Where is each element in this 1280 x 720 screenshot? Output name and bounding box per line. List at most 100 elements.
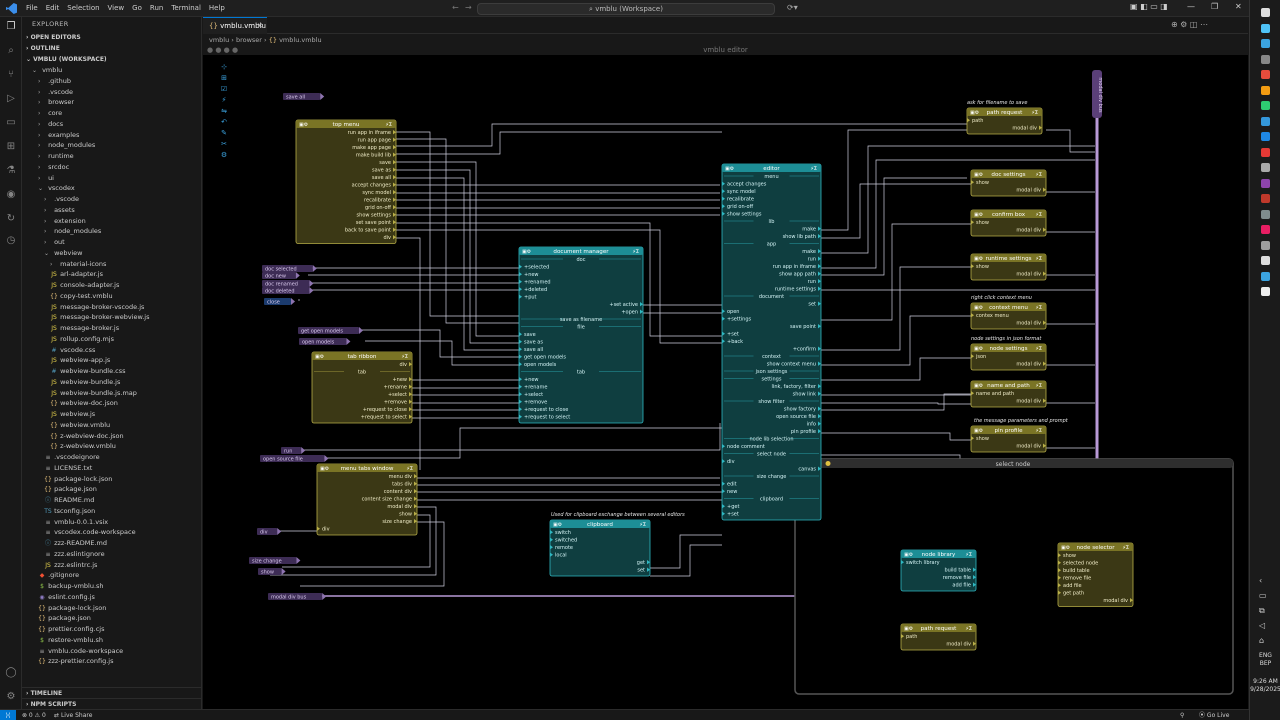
tree-item[interactable]: ≡ zzz.eslintignore xyxy=(22,549,201,560)
tree-item[interactable]: › extension xyxy=(22,216,201,227)
menu-go[interactable]: Go xyxy=(128,0,146,17)
tree-item[interactable]: › ui xyxy=(22,173,201,184)
bus-arrow-icon[interactable] xyxy=(324,455,329,462)
menu-terminal[interactable]: Terminal xyxy=(167,0,205,17)
extensions-icon[interactable]: ⊞ xyxy=(5,141,17,153)
tree-item[interactable]: › srcdoc xyxy=(22,162,201,173)
taskbar-app-icon[interactable] xyxy=(1261,39,1270,48)
taskbar-app-icon[interactable] xyxy=(1261,194,1270,203)
connection-wire[interactable] xyxy=(821,129,967,231)
manage-gear-icon[interactable]: ⚙ xyxy=(5,691,17,703)
connection-wire[interactable] xyxy=(650,534,722,569)
tree-item[interactable]: JS webview-bundle.js xyxy=(22,377,201,388)
connection-wire[interactable] xyxy=(1046,129,1095,153)
menu-file[interactable]: File xyxy=(22,0,42,17)
explorer-icon[interactable]: ❐ xyxy=(5,21,17,33)
tray-date[interactable]: 9/28/2025 xyxy=(1250,686,1280,694)
tray-icon[interactable]: ▭ xyxy=(1259,591,1267,600)
tree-item[interactable]: ≡ vscodex.code-workspace xyxy=(22,527,201,538)
layout-icons[interactable]: ▣ ◧ ▭ ◨ xyxy=(1130,2,1168,11)
remote-explorer-icon[interactable]: ▭ xyxy=(5,117,17,129)
tree-item[interactable]: › docs xyxy=(22,119,201,130)
menu-help[interactable]: Help xyxy=(205,0,229,17)
bus-arrow-icon[interactable] xyxy=(301,447,306,454)
node-graph[interactable]: modal div bussave alldoc selecteddoc new… xyxy=(203,55,1248,709)
close-tab-icon[interactable]: ✕ xyxy=(257,18,263,34)
connection-wire[interactable] xyxy=(821,432,971,441)
connection-wire[interactable] xyxy=(821,393,971,411)
history-icon[interactable]: ◷ xyxy=(5,235,17,247)
maximize-icon[interactable]: ❐ xyxy=(1211,2,1218,11)
tree-item[interactable]: › out xyxy=(22,237,201,248)
tree-item[interactable]: › .vscode xyxy=(22,194,201,205)
bell-icon[interactable]: ⚲ xyxy=(1180,710,1184,720)
tab-vmblu[interactable]: {} vmblu.vmblu ✕ xyxy=(203,17,267,34)
bus-arrow-icon[interactable] xyxy=(296,557,301,564)
tree-item[interactable]: › assets xyxy=(22,205,201,216)
tree-item[interactable]: JS webview-bundle.js.map xyxy=(22,388,201,399)
tray-icon[interactable]: ◁ xyxy=(1259,621,1265,630)
breadcrumb-item[interactable]: vmblu.vmblu xyxy=(279,36,322,44)
connection-wire[interactable] xyxy=(396,161,519,337)
tree-item[interactable]: ⌄ webview xyxy=(22,248,201,259)
remote-icon[interactable]: ⟩⟨ xyxy=(0,710,16,720)
taskbar-app-icon[interactable] xyxy=(1261,132,1270,141)
popup-control-icon[interactable] xyxy=(825,461,831,466)
tray-icon[interactable]: ‹ xyxy=(1259,576,1262,585)
taskbar-app-icon[interactable] xyxy=(1261,54,1270,64)
tree-item[interactable]: › core xyxy=(22,108,201,119)
taskbar-app-icon[interactable] xyxy=(1261,85,1270,95)
bus-arrow-icon[interactable] xyxy=(309,287,314,294)
connection-wire[interactable] xyxy=(821,159,1095,269)
tree-item[interactable]: JS webview.js xyxy=(22,409,201,420)
forward-arrow-icon[interactable]: → xyxy=(465,3,472,12)
tree-item[interactable]: ⓘ zzz-README.md xyxy=(22,538,201,549)
run-debug-icon[interactable]: ▷ xyxy=(5,93,17,105)
tree-item[interactable]: JS zzz.eslintrc.js xyxy=(22,560,201,571)
connection-wire[interactable] xyxy=(396,123,967,147)
taskbar-app-icon[interactable] xyxy=(1261,23,1270,33)
tree-item[interactable]: › node_modules xyxy=(22,140,201,151)
taskbar-app-icon[interactable] xyxy=(1261,116,1270,126)
select-node-popup[interactable] xyxy=(794,458,1234,695)
connection-wire[interactable] xyxy=(821,223,971,321)
tree-item[interactable]: ◆ .gitignore xyxy=(22,570,201,581)
bus-arrow-icon[interactable] xyxy=(309,280,314,287)
tray-lang[interactable]: ENG xyxy=(1250,652,1280,660)
bus-arrow-icon[interactable] xyxy=(277,528,282,535)
back-arrow-icon[interactable]: ← xyxy=(452,3,459,12)
tree-item[interactable]: ⌄ vscodex xyxy=(22,183,201,194)
bus-arrow-icon[interactable] xyxy=(346,338,351,345)
tree-item[interactable]: JS rollup.config.mjs xyxy=(22,334,201,345)
tree-item[interactable]: ≡ LICENSE.txt xyxy=(22,463,201,474)
connection-wire[interactable] xyxy=(396,131,519,317)
tree-item[interactable]: {} webview.vmblu xyxy=(22,420,201,431)
breadcrumb-item[interactable]: vmblu xyxy=(209,36,229,44)
tree-item[interactable]: › node_modules xyxy=(22,226,201,237)
connection-wire[interactable] xyxy=(821,145,1095,254)
tree-item[interactable]: {} prettier.config.cjs xyxy=(22,624,201,635)
taskbar-app-icon[interactable] xyxy=(1261,240,1270,250)
tray-icon[interactable]: ⧉ xyxy=(1259,606,1265,616)
connection-wire[interactable] xyxy=(396,138,519,324)
tree-item[interactable]: JS message-broker-vscode.js xyxy=(22,302,201,313)
search-icon[interactable]: ⌕ xyxy=(5,45,17,57)
connection-wire[interactable] xyxy=(396,169,519,344)
bus-arrow-icon[interactable] xyxy=(312,265,317,272)
connection-wire[interactable] xyxy=(821,357,971,381)
menu-selection[interactable]: Selection xyxy=(63,0,103,17)
bus-arrow-icon[interactable] xyxy=(359,327,363,334)
tree-item[interactable]: {} zzz-prettier.config.js xyxy=(22,656,201,667)
tray-time[interactable]: 9:26 AM xyxy=(1250,678,1280,686)
taskbar-app-icon[interactable] xyxy=(1261,147,1270,157)
open-editors-section[interactable]: › OPEN EDITORS xyxy=(22,32,201,43)
github-icon[interactable]: ◉ xyxy=(5,189,17,201)
tree-item[interactable]: ⓘ README.md xyxy=(22,495,201,506)
command-center-search[interactable]: ⌕ vmblu (Workspace) xyxy=(477,3,775,15)
taskbar-app-icon[interactable] xyxy=(1261,256,1270,265)
tree-item[interactable]: › .github xyxy=(22,76,201,87)
bus-arrow-icon[interactable] xyxy=(281,568,286,575)
tree-item[interactable]: JS arl-adapter.js xyxy=(22,269,201,280)
live-share-icon[interactable]: ⇄ Live Share xyxy=(54,710,92,720)
tree-item[interactable]: ⌄ vmblu xyxy=(22,65,201,76)
